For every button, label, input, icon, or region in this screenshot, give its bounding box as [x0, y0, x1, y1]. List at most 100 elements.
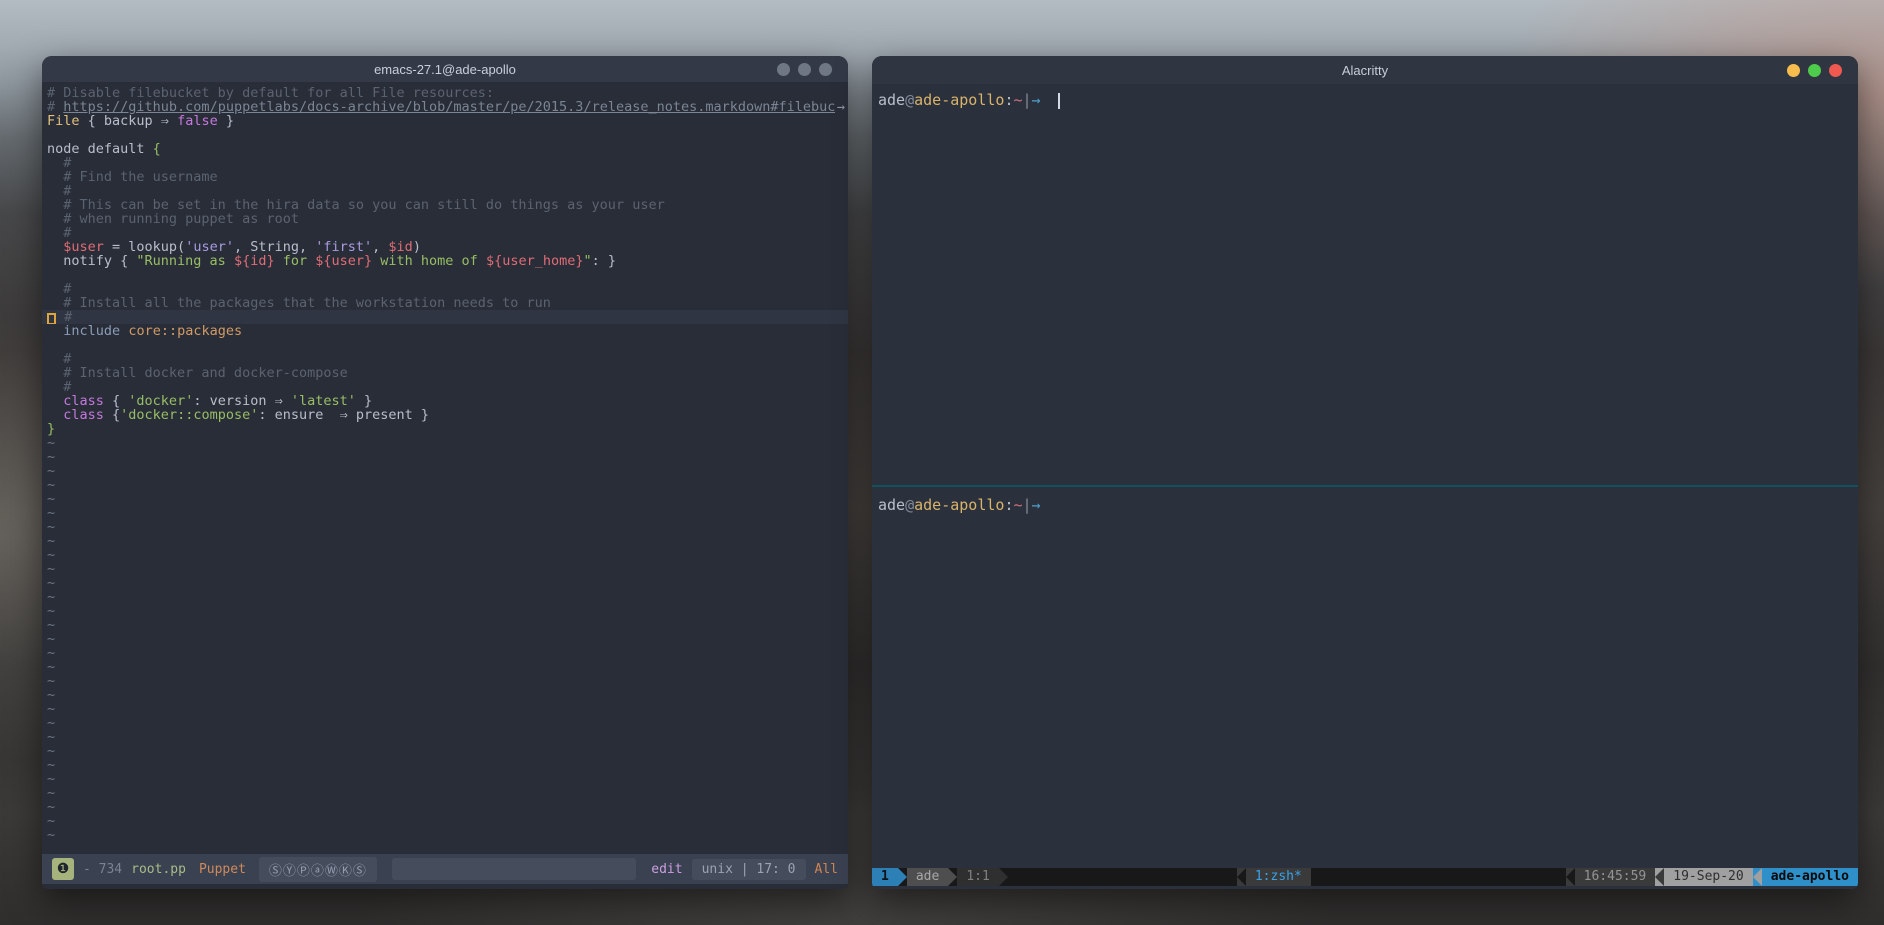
empty-line-indicator: ~: [42, 632, 848, 646]
alacritty-window-title: Alacritty: [1342, 63, 1388, 78]
scroll-position: All: [815, 862, 838, 877]
code-line: [42, 338, 848, 352]
window-button-icon[interactable]: [798, 63, 811, 76]
code-line: #: [42, 310, 848, 324]
emacs-modeline: ❶ - 734 root.pp Puppet ⓈⓎⓅⓐⓌⓀⓈ edit unix…: [42, 854, 848, 884]
empty-line-indicator: ~: [42, 828, 848, 842]
prompt-arrow-icon: →: [1032, 91, 1041, 109]
shell-prompt: ade@ade-apollo:~|→: [872, 487, 1858, 515]
powerline-separator-icon: [1566, 868, 1575, 886]
powerline-separator-icon: [898, 868, 907, 886]
empty-line-indicator: ~: [42, 450, 848, 464]
empty-line-indicator: ~: [42, 604, 848, 618]
prompt-text: |: [1023, 496, 1032, 514]
empty-line-indicator: ~: [42, 744, 848, 758]
code-line: [42, 128, 848, 142]
empty-line-indicator: ~: [42, 548, 848, 562]
empty-line-indicator: ~: [42, 716, 848, 730]
emacs-window-title: emacs-27.1@ade-apollo: [374, 62, 516, 77]
maximize-button-icon[interactable]: [1808, 64, 1821, 77]
code-line: notify { "Running as ${id} for ${user} w…: [42, 254, 848, 268]
tmux-bar-gap: [1008, 868, 1228, 886]
empty-line-indicator: ~: [42, 478, 848, 492]
empty-line-indicator: ~: [42, 506, 848, 520]
empty-line-indicator: ~: [42, 800, 848, 814]
code-line: # Install docker and docker-compose: [42, 366, 848, 380]
prompt-text: ~: [1013, 91, 1022, 109]
emacs-cursor: [47, 313, 56, 324]
code-line: include core::packages: [42, 324, 848, 338]
tmux-status-19-Sep-20: 19-Sep-20: [1664, 868, 1752, 886]
minimize-button-icon[interactable]: [1787, 64, 1800, 77]
powerline-separator-icon: [999, 868, 1008, 886]
tmux-segment-1:1: 1:1: [957, 868, 998, 886]
minor-mode-icons: ⓈⓎⓅⓐⓌⓀⓈ: [259, 857, 377, 882]
prompt-text: ade: [878, 91, 905, 109]
code-line: # Disable filebucket by default for all …: [42, 86, 848, 100]
tmux-bar-gap: [1311, 868, 1566, 886]
code-line: # https://github.com/puppetlabs/docs-arc…: [42, 100, 848, 114]
powerline-separator-icon: [948, 868, 957, 886]
code-line: #: [42, 226, 848, 240]
empty-line-indicator: ~: [42, 730, 848, 744]
empty-line-indicator: ~: [42, 772, 848, 786]
prompt-text: @: [905, 91, 914, 109]
alacritty-window: Alacritty ade@ade-apollo:~|→ ade@ade-apo…: [872, 56, 1858, 889]
emacs-titlebar[interactable]: emacs-27.1@ade-apollo: [42, 56, 848, 82]
code-line: $user = lookup('user', String, 'first', …: [42, 240, 848, 254]
code-line: # This can be set in the hira data so yo…: [42, 198, 848, 212]
code-line: class { 'docker': version ⇒ 'latest' }: [42, 394, 848, 408]
powerline-separator-icon: [1655, 868, 1664, 886]
prompt-arrow-icon: →: [1032, 496, 1041, 514]
echo-area: [42, 884, 848, 889]
window-button-icon[interactable]: [777, 63, 790, 76]
prompt-text: |: [1023, 91, 1032, 109]
empty-line-indicator: ~: [42, 688, 848, 702]
tmux-status-ade-apollo: ade-apollo: [1762, 868, 1858, 886]
editor-state: edit: [651, 862, 682, 877]
terminal-area: ade@ade-apollo:~|→ ade@ade-apollo:~|→: [872, 84, 1858, 868]
emacs-titlebar-buttons: [777, 56, 832, 82]
empty-line-indicator: ~: [42, 464, 848, 478]
prompt-text: ade: [878, 496, 905, 514]
tmux-status-bar: 1ade1:11:zsh*16:45:5919-Sep-20ade-apollo: [872, 868, 1858, 886]
tmux-status-16:45:59: 16:45:59: [1575, 868, 1656, 886]
prompt-text: ade-apollo: [914, 91, 1004, 109]
terminal-pane-top[interactable]: ade@ade-apollo:~|→: [872, 84, 1858, 485]
tmux-window-active[interactable]: 1:zsh*: [1246, 868, 1311, 886]
powerline-separator-icon: [1228, 868, 1237, 886]
emacs-buffer[interactable]: # Disable filebucket by default for all …: [42, 82, 848, 854]
empty-line-indicator: ~: [42, 758, 848, 772]
close-button-icon[interactable]: [1829, 64, 1842, 77]
code-line: File { backup ⇒ false }: [42, 114, 848, 128]
shell-prompt: ade@ade-apollo:~|→: [872, 84, 1858, 110]
empty-line-indicator: ~: [42, 646, 848, 660]
code-line: # Install all the packages that the work…: [42, 296, 848, 310]
code-line: # Find the username: [42, 170, 848, 184]
empty-line-indicator: ~: [42, 576, 848, 590]
emacs-window: emacs-27.1@ade-apollo # Disable filebuck…: [42, 56, 848, 889]
truncation-arrow-icon: →: [835, 100, 848, 114]
empty-line-indicator: ~: [42, 590, 848, 604]
window-button-icon[interactable]: [819, 63, 832, 76]
empty-line-indicator: ~: [42, 660, 848, 674]
code-line: #: [42, 380, 848, 394]
terminal-pane-bottom[interactable]: ade@ade-apollo:~|→: [872, 487, 1858, 868]
code-line: # when running puppet as root: [42, 212, 848, 226]
empty-line-indicator: ~: [42, 520, 848, 534]
prompt-text: ade-apollo: [914, 496, 1004, 514]
alacritty-titlebar[interactable]: Alacritty: [872, 56, 1858, 84]
prompt-text: @: [905, 496, 914, 514]
tmux-bar-strip: [872, 886, 1858, 889]
terminal-cursor: [1058, 93, 1060, 109]
code-line: #: [42, 282, 848, 296]
code-line: class {'docker::compose': ensure ⇒ prese…: [42, 408, 848, 422]
code-line: #: [42, 352, 848, 366]
empty-line-indicator: ~: [42, 674, 848, 688]
empty-line-indicator: ~: [42, 562, 848, 576]
empty-line-indicator: ~: [42, 492, 848, 506]
buffer-size: - 734: [83, 862, 122, 877]
empty-line-indicator: ~: [42, 534, 848, 548]
powerline-separator-icon: [1753, 868, 1762, 886]
tmux-segment-1: 1: [872, 868, 898, 886]
